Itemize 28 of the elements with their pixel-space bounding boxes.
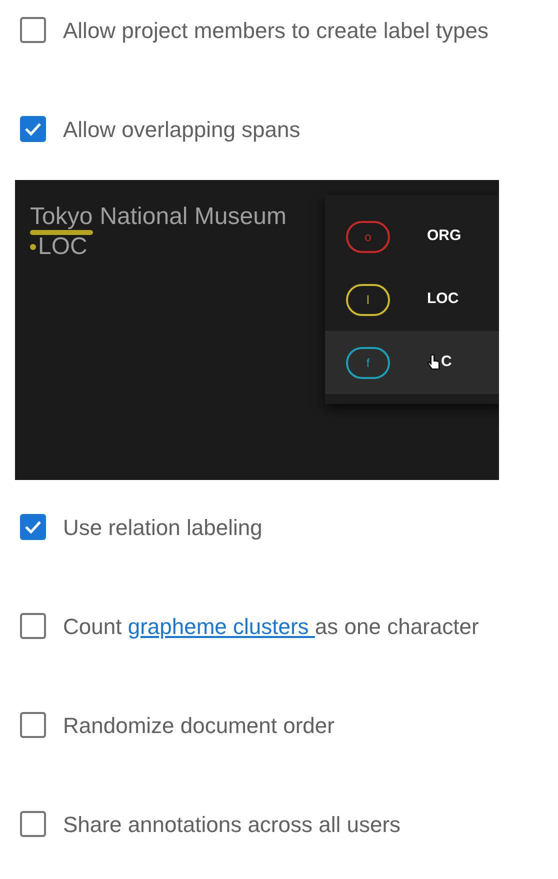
- checkbox-label: Allow project members to create label types: [63, 16, 489, 45]
- checkbox[interactable]: [20, 17, 46, 43]
- shortcut-chip: l: [346, 284, 390, 316]
- checkbox-label: Randomize document order: [63, 712, 334, 740]
- document-text: National Museum: [100, 202, 286, 232]
- span-label: LOC: [38, 232, 88, 262]
- checkbox-label: Count grapheme clusters as one character: [63, 612, 479, 641]
- checkbox[interactable]: [20, 613, 46, 639]
- menu-item-label: C: [441, 352, 452, 372]
- checkbox[interactable]: [20, 811, 46, 837]
- checkbox[interactable]: [20, 514, 46, 540]
- menu-item-label: LOC: [427, 289, 459, 310]
- hand-cursor-icon: [427, 354, 441, 372]
- checkmark-icon: [24, 122, 42, 136]
- menu-item[interactable]: o ORG: [325, 205, 499, 268]
- link[interactable]: grapheme clusters: [128, 614, 315, 638]
- checkbox-label: Use relation labeling: [63, 514, 262, 542]
- shortcut-chip: f: [346, 346, 390, 378]
- checkbox-label: Allow overlapping spans: [63, 116, 300, 144]
- checkbox[interactable]: [20, 712, 46, 738]
- menu-item-label: ORG: [427, 226, 462, 246]
- shortcut-chip: o: [346, 220, 390, 252]
- checkbox-label: Share annotations across all users: [63, 810, 401, 838]
- menu-item[interactable]: f C: [325, 331, 499, 394]
- checkmark-icon: [24, 520, 42, 534]
- checkbox[interactable]: [20, 116, 46, 142]
- annotated-span[interactable]: Tokyo: [30, 202, 93, 232]
- menu-item[interactable]: l LOC: [325, 268, 499, 331]
